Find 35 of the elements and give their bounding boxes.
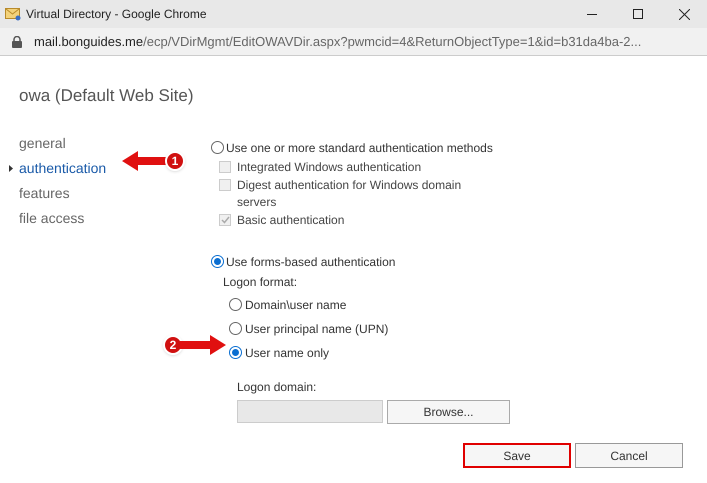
radio-button[interactable] xyxy=(211,141,224,154)
lock-icon xyxy=(12,36,22,48)
radio-button[interactable] xyxy=(211,255,224,268)
option-label: User name only xyxy=(245,344,330,362)
radio-button[interactable] xyxy=(229,322,242,335)
dialog-button[interactable]: Save xyxy=(463,443,571,468)
url-text: mail.bonguides.me/ecp/VDirMgmt/EditOWAVDir.aspx?pwmcid=4&ReturnObjectType=1&id=b31da4ba-2... xyxy=(34,32,642,51)
nav-link[interactable]: general xyxy=(19,132,66,154)
address-bar[interactable]: mail.bonguides.me/ecp/VDirMgmt/EditOWAVDir.aspx?pwmcid=4&ReturnObjectType=1&id=b31da4ba-2... xyxy=(0,28,707,56)
browse-button[interactable]: Browse... xyxy=(387,400,510,424)
arrow-icon xyxy=(180,334,226,356)
step-badge: 1 xyxy=(165,151,185,171)
page-heading: owa (Default Web Site) xyxy=(19,85,194,107)
maximize-icon xyxy=(633,9,643,19)
window-title: Virtual Directory - Google Chrome xyxy=(26,6,207,23)
field-label: Logon format: xyxy=(223,274,298,290)
close-icon xyxy=(678,8,690,20)
checkbox-label: Digest authentication for Windows domain servers xyxy=(237,176,462,210)
radio-button[interactable] xyxy=(229,346,242,359)
option-label: Use forms-based authentication xyxy=(226,254,396,270)
field-label: Logon domain: xyxy=(237,378,318,396)
caret-icon xyxy=(9,164,13,172)
dialog-button[interactable]: Cancel xyxy=(575,443,683,468)
checkbox-label: Basic authentication xyxy=(237,212,346,228)
checkbox-label: Integrated Windows authentication xyxy=(237,158,422,176)
radio-button[interactable] xyxy=(229,298,242,311)
option-label: Domain\user name xyxy=(245,296,346,314)
option-label: User principal name (UPN) xyxy=(245,320,388,338)
step-badge: 2 xyxy=(163,335,183,355)
option-label: Use one or more standard authentication methods xyxy=(226,140,493,156)
nav-link[interactable]: authentication xyxy=(19,158,106,178)
nav-link[interactable]: file access xyxy=(19,208,84,228)
nav-link[interactable]: features xyxy=(19,182,70,204)
envelope-icon xyxy=(5,7,21,21)
arrow-icon xyxy=(122,150,168,172)
